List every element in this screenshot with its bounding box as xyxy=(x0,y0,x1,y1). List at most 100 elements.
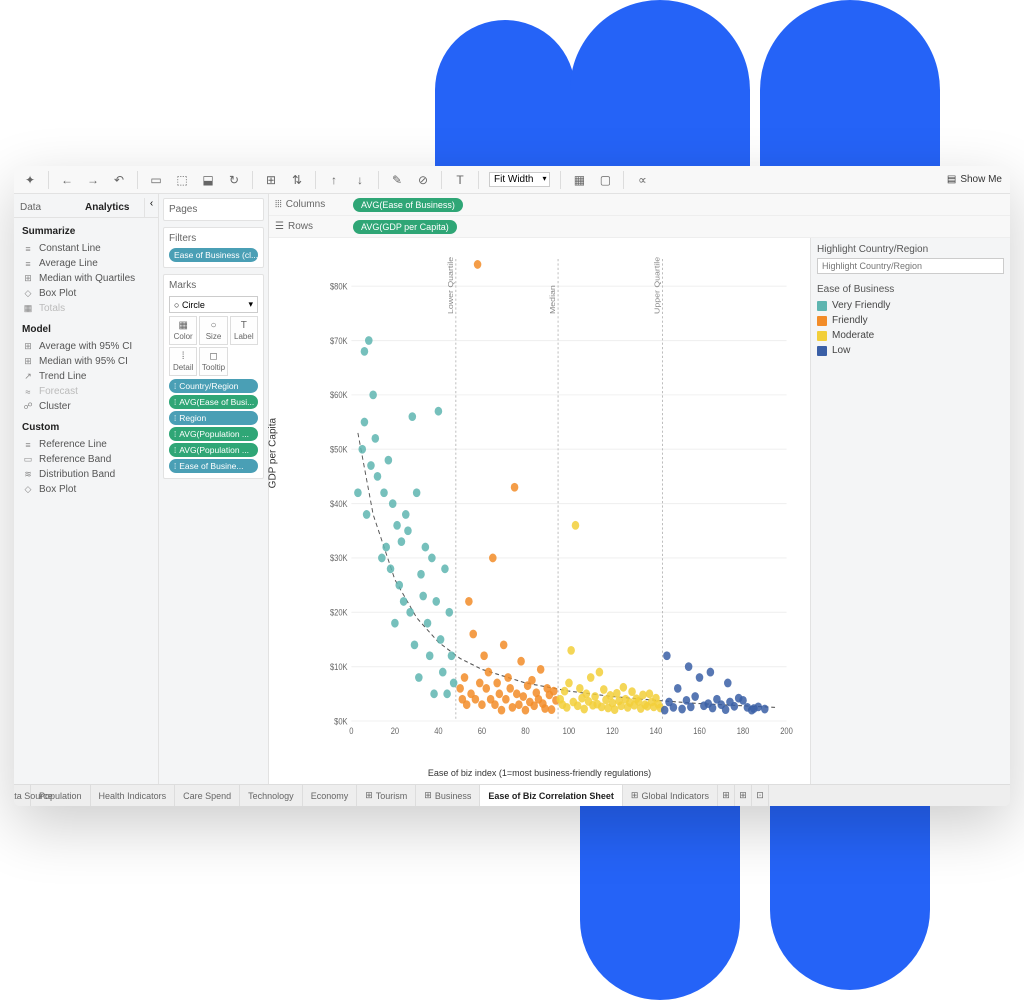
show-me-button[interactable]: ▤Show Me xyxy=(947,174,1002,185)
mark-pill[interactable]: ⁞AVG(Population ... xyxy=(169,427,258,441)
collapse-sidebar-icon[interactable]: ‹ xyxy=(144,198,158,217)
highlight-input[interactable] xyxy=(817,258,1004,274)
tab-analytics[interactable]: Analytics xyxy=(79,198,144,217)
svg-text:Upper Quartile: Upper Quartile xyxy=(653,256,661,314)
swap-icon[interactable]: ⇅ xyxy=(289,172,305,188)
data-icon[interactable]: ⬓ xyxy=(200,172,216,188)
fit-select[interactable]: Fit Width xyxy=(489,172,550,187)
analytics-item[interactable]: ▭Reference Band xyxy=(14,452,158,467)
color-icon: ▦ xyxy=(171,320,195,331)
data-source-tab[interactable]: ⬓ Data Source xyxy=(14,785,31,806)
worksheet-icon[interactable]: ⊞ xyxy=(263,172,279,188)
sheet-tab[interactable]: ⊞Business xyxy=(416,785,480,806)
label-icon: T xyxy=(232,320,256,331)
analytics-item[interactable]: ≡Constant Line xyxy=(14,241,158,256)
svg-text:60: 60 xyxy=(478,727,487,737)
columns-shelf[interactable]: ⦙⦙⦙Columns AVG(Ease of Business) xyxy=(269,194,1010,216)
mark-label-button[interactable]: TLabel xyxy=(230,316,258,345)
sheet-tab[interactable]: ⊞Global Indicators xyxy=(623,785,718,806)
sheet-tab[interactable]: Population xyxy=(31,785,91,806)
legend-swatch xyxy=(817,301,827,311)
highlight-icon[interactable]: ✎ xyxy=(389,172,405,188)
sheet-tab[interactable]: Technology xyxy=(240,785,303,806)
refresh-icon[interactable]: ↻ xyxy=(226,172,242,188)
svg-text:40: 40 xyxy=(434,727,443,737)
analytics-item-icon: ≋ xyxy=(22,469,34,480)
mark-pill[interactable]: ⁞AVG(Population ... xyxy=(169,443,258,457)
svg-text:160: 160 xyxy=(693,727,706,737)
svg-text:$10K: $10K xyxy=(330,662,348,672)
svg-text:140: 140 xyxy=(650,727,663,737)
svg-text:0: 0 xyxy=(349,727,354,737)
mark-size-button[interactable]: ○Size xyxy=(199,316,227,345)
size-icon: ○ xyxy=(201,320,225,331)
analytics-item[interactable]: ⊞Median with 95% CI xyxy=(14,354,158,369)
mark-pill[interactable]: ⁞Region xyxy=(169,411,258,425)
analytics-item[interactable]: ≋Distribution Band xyxy=(14,467,158,482)
rows-shelf[interactable]: ☰Rows AVG(GDP per Capita) xyxy=(269,216,1010,238)
analytics-item[interactable]: ≡Average Line xyxy=(14,256,158,271)
sort-asc-icon[interactable]: ↑ xyxy=(326,172,342,188)
x-axis-label: Ease of biz index (1=most business-frien… xyxy=(428,768,651,778)
analytics-item[interactable]: ◇Box Plot xyxy=(14,482,158,497)
logo-icon: ✦ xyxy=(22,172,38,188)
back-icon[interactable]: ← xyxy=(59,172,75,188)
svg-text:$70K: $70K xyxy=(330,336,348,346)
label-icon[interactable]: T xyxy=(452,172,468,188)
undo-icon[interactable]: ↶ xyxy=(111,172,127,188)
sheet-tab[interactable]: Care Spend xyxy=(175,785,240,806)
analytics-item[interactable]: ◇Box Plot xyxy=(14,286,158,301)
mark-pill[interactable]: ⁞Ease of Busine... xyxy=(169,459,258,473)
sheet-tab[interactable]: Economy xyxy=(303,785,358,806)
analytics-item-icon: ◇ xyxy=(22,288,34,299)
analytics-item[interactable]: ⊞Average with 95% CI xyxy=(14,339,158,354)
mark-tooltip-button[interactable]: ◻Tooltip xyxy=(199,347,227,376)
pages-shelf[interactable]: Pages xyxy=(163,198,264,221)
filter-pill[interactable]: Ease of Business (cl...≡ xyxy=(169,248,258,262)
mark-color-button[interactable]: ▦Color xyxy=(169,316,197,345)
chart-viewport[interactable]: GDP per Capita Ease of biz index (1=most… xyxy=(269,238,810,784)
pill-icon: ⁞ xyxy=(174,462,176,471)
mark-pill[interactable]: ⁞Country/Region xyxy=(169,379,258,393)
mark-pill[interactable]: ⁞AVG(Ease of Busi... xyxy=(169,395,258,409)
mark-detail-button[interactable]: ⁞Detail xyxy=(169,347,197,376)
sheet-tab[interactable]: Health Indicators xyxy=(91,785,176,806)
sort-desc-icon[interactable]: ↓ xyxy=(352,172,368,188)
sheet-icon: ⊞ xyxy=(631,790,639,801)
columns-pill[interactable]: AVG(Ease of Business) xyxy=(353,198,463,212)
analytics-item[interactable]: ≡Reference Line xyxy=(14,437,158,452)
svg-text:120: 120 xyxy=(606,727,619,737)
legend-item[interactable]: Low xyxy=(817,343,1004,358)
analytics-item-icon: ≈ xyxy=(22,387,34,397)
analytics-item: ≈Forecast xyxy=(14,384,158,399)
pill-icon: ⁞ xyxy=(174,430,176,439)
tab-data[interactable]: Data xyxy=(14,198,79,217)
new-worksheet-button[interactable]: ⊞ xyxy=(718,785,735,806)
svg-text:180: 180 xyxy=(737,727,750,737)
svg-text:$30K: $30K xyxy=(330,554,348,564)
highlight-title: Highlight Country/Region xyxy=(817,244,1004,255)
present-icon[interactable]: ▢ xyxy=(597,172,613,188)
group-icon[interactable]: ⊘ xyxy=(415,172,431,188)
new-data-icon[interactable]: ⬚ xyxy=(174,172,190,188)
sheet-tab[interactable]: ⊞Tourism xyxy=(357,785,416,806)
svg-text:$50K: $50K xyxy=(330,445,348,455)
analytics-item[interactable]: ☍Cluster xyxy=(14,399,158,414)
sheet-tab[interactable]: Ease of Biz Correlation Sheet xyxy=(480,785,623,806)
analytics-sidebar: Data Analytics ‹ Summarize≡Constant Line… xyxy=(14,194,159,784)
new-dashboard-button[interactable]: ⊞ xyxy=(735,785,752,806)
view-cards-icon[interactable]: ▦ xyxy=(571,172,587,188)
tableau-window: ✦ ← → ↶ ▭ ⬚ ⬓ ↻ ⊞ ⇅ ↑ ↓ ✎ ⊘ T Fit Width … xyxy=(14,166,1010,806)
legend-item[interactable]: Moderate xyxy=(817,328,1004,343)
legend-item[interactable]: Friendly xyxy=(817,313,1004,328)
mark-type-select[interactable]: ○ Circle▾ xyxy=(169,296,258,313)
forward-icon[interactable]: → xyxy=(85,172,101,188)
share-icon[interactable]: ∝ xyxy=(634,172,650,188)
save-icon[interactable]: ▭ xyxy=(148,172,164,188)
legend-item[interactable]: Very Friendly xyxy=(817,298,1004,313)
new-story-button[interactable]: ⊡ xyxy=(752,785,769,806)
rows-pill[interactable]: AVG(GDP per Capita) xyxy=(353,220,457,234)
analytics-item[interactable]: ↗Trend Line xyxy=(14,369,158,384)
analytics-item[interactable]: ⊞Median with Quartiles xyxy=(14,271,158,286)
filters-shelf[interactable]: Filters Ease of Business (cl...≡ xyxy=(163,227,264,268)
